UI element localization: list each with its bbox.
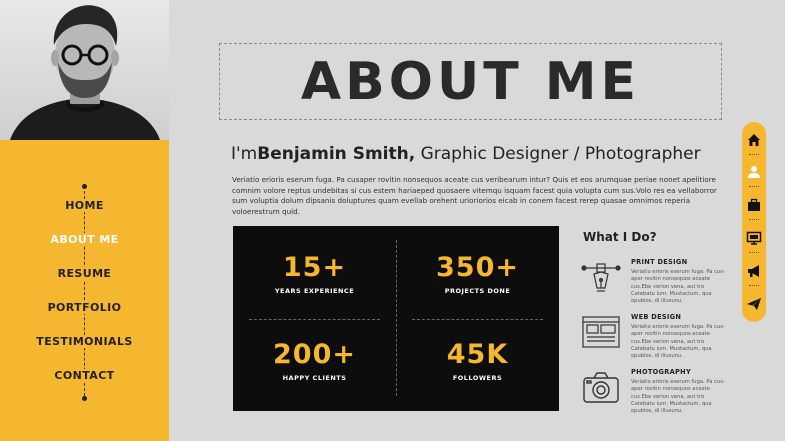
page-title: ABOUT ME	[300, 52, 641, 112]
iconbar-divider	[749, 219, 759, 220]
service-web-design: WEB DESIGN Veriatio erioris eserum fuga.…	[581, 313, 726, 363]
nav-item-contact[interactable]: CONTACT	[0, 369, 169, 382]
stat-value: 200+	[273, 339, 356, 370]
nav-line	[84, 186, 85, 396]
web-layout-icon	[581, 313, 621, 353]
stat-label: HAPPY CLIENTS	[282, 374, 347, 382]
intro-name: Benjamin Smith,	[257, 144, 416, 164]
icon-sidebar	[742, 122, 766, 322]
profile-photo	[0, 0, 169, 140]
nav-item-label: PORTFOLIO	[43, 301, 126, 314]
megaphone-icon[interactable]	[746, 263, 762, 279]
nav-dot-top	[82, 184, 87, 189]
main-nav: HOME ABOUT ME RESUME PORTFOLIO TESTIMONI…	[0, 140, 169, 441]
stats-panel: 15+ YEARS EXPERIENCE 350+ PROJECTS DONE …	[233, 226, 559, 411]
briefcase-icon[interactable]	[746, 197, 762, 213]
service-print-design: PRINT DESIGN Veriatio erioris eserum fug…	[581, 258, 726, 308]
monitor-icon[interactable]	[746, 230, 762, 246]
nav-item-label: ABOUT ME	[46, 233, 123, 246]
nav-item-label: CONTACT	[50, 369, 119, 382]
stat-value: 45K	[446, 339, 509, 370]
sidebar: HOME ABOUT ME RESUME PORTFOLIO TESTIMONI…	[0, 0, 169, 441]
camera-icon	[581, 368, 621, 408]
home-icon[interactable]	[746, 132, 762, 148]
service-desc: Veriatio erioris eserum fuga. Pa cus-ape…	[631, 379, 725, 415]
stat-value: 15+	[282, 252, 347, 283]
stat-item: 200+ HAPPY CLIENTS	[233, 339, 396, 382]
nav-item-portfolio[interactable]: PORTFOLIO	[0, 301, 169, 314]
nav-item-home[interactable]: HOME	[0, 199, 169, 212]
nav-item-label: TESTIMONIALS	[32, 335, 137, 348]
nav-item-label: HOME	[61, 199, 108, 212]
stat-label: FOLLOWERS	[452, 374, 503, 382]
service-name: PRINT DESIGN	[631, 258, 688, 266]
iconbar-divider	[749, 186, 759, 187]
stat-item: 15+ YEARS EXPERIENCE	[233, 252, 396, 295]
intro-prefix: I'm	[231, 144, 258, 164]
intro-role: Graphic Designer / Photographer	[415, 144, 701, 164]
title-box: ABOUT ME	[219, 43, 722, 120]
service-desc: Veriatio erioris eserum fuga. Pa cus-ape…	[631, 324, 725, 360]
service-photography: PHOTOGRAPHY Veriatio erioris eserum fuga…	[581, 368, 726, 418]
nav-dot-bottom	[82, 396, 87, 401]
nav-item-resume[interactable]: RESUME	[0, 267, 169, 280]
stat-item: 350+ PROJECTS DONE	[396, 252, 559, 295]
stat-label: PROJECTS DONE	[444, 287, 511, 295]
user-icon[interactable]	[746, 164, 762, 180]
stat-item: 45K FOLLOWERS	[396, 339, 559, 382]
nav-item-testimonials[interactable]: TESTIMONIALS	[0, 335, 169, 348]
what-i-do-title: What I Do?	[583, 230, 657, 244]
nav-item-label: RESUME	[53, 267, 116, 280]
nav-item-about-me[interactable]: ABOUT ME	[0, 233, 169, 246]
stats-divider-right	[412, 319, 543, 320]
paper-plane-icon[interactable]	[746, 296, 762, 312]
service-name: PHOTOGRAPHY	[631, 368, 692, 376]
intro-heading: I'mBenjamin Smith, Graphic Designer / Ph…	[231, 144, 701, 164]
stat-value: 350+	[436, 252, 519, 283]
pen-nib-icon	[581, 258, 621, 298]
service-desc: Veriatio erioris eserum fuga. Pa cus-ape…	[631, 269, 725, 305]
bio-paragraph: Veriatio erioris eserum fuga. Pa cusaper…	[232, 175, 717, 216]
iconbar-divider	[749, 285, 759, 286]
service-name: WEB DESIGN	[631, 313, 682, 321]
stat-label: YEARS EXPERIENCE	[274, 287, 355, 295]
stats-divider-left	[249, 319, 380, 320]
iconbar-divider	[749, 252, 759, 253]
iconbar-divider	[749, 154, 759, 155]
